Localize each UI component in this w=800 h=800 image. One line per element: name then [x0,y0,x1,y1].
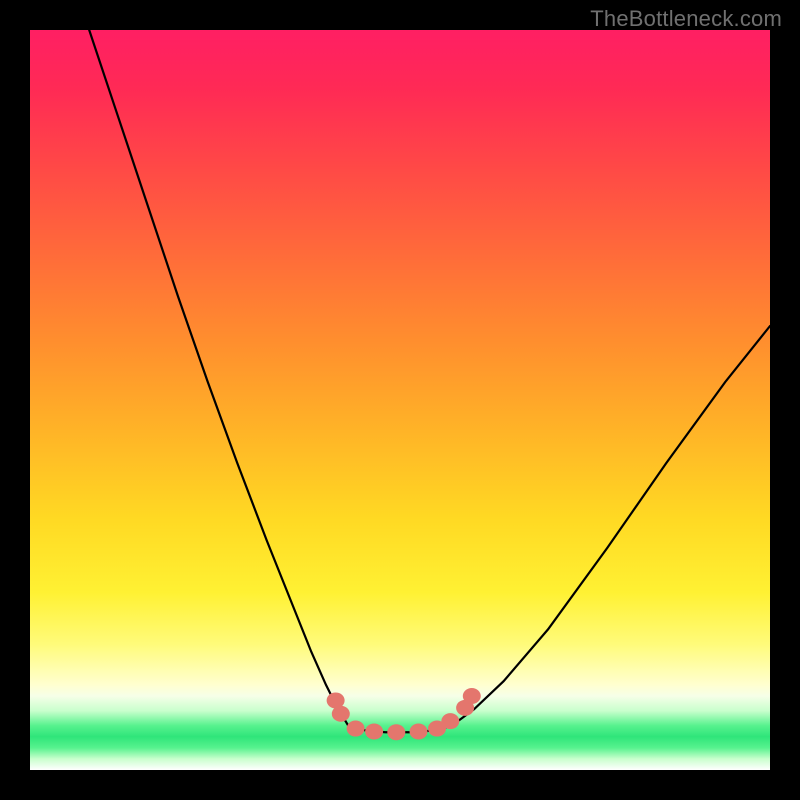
chart-overlay [30,30,770,770]
bead [332,706,350,722]
bead [410,724,428,740]
chart-frame: TheBottleneck.com [0,0,800,800]
bead [347,721,365,737]
bottleneck-curve [89,30,770,732]
curve-path [89,30,770,732]
bead [365,724,383,740]
bead [387,724,405,740]
bead [463,688,481,704]
attribution-text: TheBottleneck.com [590,6,782,32]
valley-beads [327,688,481,740]
bead [441,713,459,729]
